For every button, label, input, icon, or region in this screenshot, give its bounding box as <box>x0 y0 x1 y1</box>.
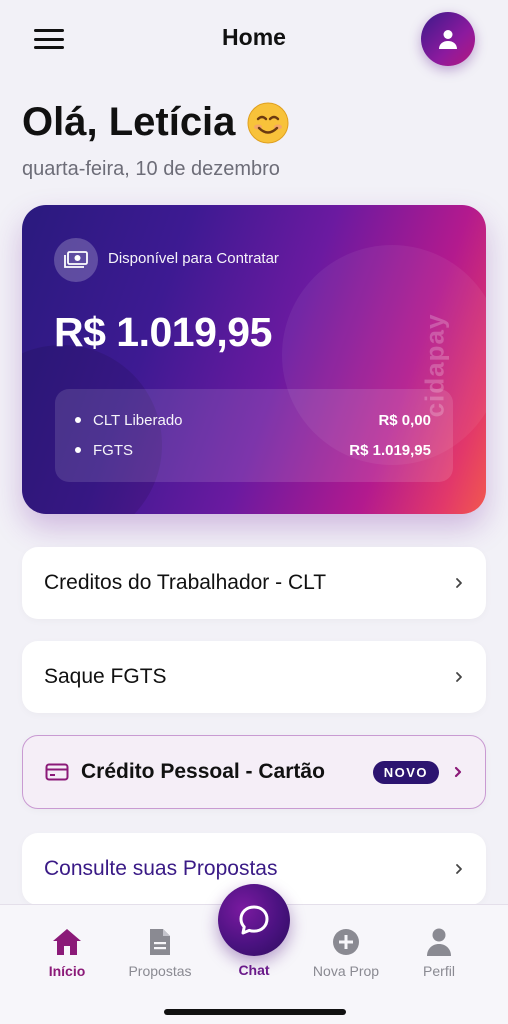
current-date: quarta-feira, 10 de dezembro <box>22 158 280 180</box>
nav-item-perfil[interactable]: Perfil <box>394 925 484 979</box>
breakdown-label: CLT Liberado <box>93 411 183 429</box>
menu-item-label: Crédito Pessoal - Cartão <box>81 760 325 783</box>
menu-item-label: Consulte suas Propostas <box>44 857 278 880</box>
top-bar: Home <box>0 0 508 80</box>
smiling-emoji-icon <box>247 102 289 143</box>
breakdown-row: CLT Liberado R$ 0,00 <box>75 409 431 431</box>
chevron-right-icon <box>456 864 462 874</box>
chevron-right-icon <box>456 578 462 588</box>
chat-bubble-icon <box>239 905 269 935</box>
menu-item-credito-pessoal[interactable]: Crédito Pessoal - Cartão NOVO <box>22 735 486 809</box>
available-label: Disponível para Contratar <box>108 250 279 267</box>
user-icon <box>439 30 457 49</box>
menu-item-fgts[interactable]: Saque FGTS <box>22 641 486 713</box>
home-icon <box>53 929 81 955</box>
menu-item-label: Saque FGTS <box>44 665 167 688</box>
bullet-icon <box>75 447 81 453</box>
greeting: Olá, Letícia <box>22 100 289 145</box>
profile-avatar-button[interactable] <box>421 12 475 66</box>
breakdown-label: FGTS <box>93 441 133 459</box>
nav-item-propostas[interactable]: Propostas <box>115 925 205 979</box>
bullet-icon <box>75 417 81 423</box>
chat-button[interactable] <box>218 884 290 956</box>
greeting-text: Olá, Letícia <box>22 100 236 144</box>
nav-label: Nova Prop <box>312 963 380 979</box>
nav-label: Perfil <box>423 963 455 979</box>
breakdown-value: R$ 1.019,95 <box>349 441 431 459</box>
new-badge: NOVO <box>372 760 439 784</box>
balance-breakdown: CLT Liberado R$ 0,00 FGTS R$ 1.019,95 <box>55 389 453 482</box>
breakdown-row: FGTS R$ 1.019,95 <box>75 439 431 461</box>
money-icon <box>54 238 98 282</box>
chevron-right-icon <box>456 672 462 682</box>
plus-circle-icon <box>333 929 359 955</box>
chat-label[interactable]: Chat <box>218 962 290 978</box>
nav-label: Propostas <box>128 963 192 979</box>
available-amount: R$ 1.019,95 <box>54 309 272 355</box>
nav-item-nova-prop[interactable]: Nova Prop <box>301 925 391 979</box>
nav-label: Início <box>48 963 86 979</box>
document-icon <box>150 929 170 955</box>
credit-card-icon <box>45 763 69 781</box>
menu-item-label: Creditos do Trabalhador - CLT <box>44 571 327 594</box>
chevron-right-icon <box>454 766 462 778</box>
person-icon <box>427 928 451 956</box>
breakdown-value: R$ 0,00 <box>378 411 431 429</box>
nav-item-inicio[interactable]: Início <box>22 925 112 979</box>
home-indicator <box>164 1009 346 1015</box>
menu-item-clt[interactable]: Creditos do Trabalhador - CLT <box>22 547 486 619</box>
balance-card[interactable]: Disponível para Contratar R$ 1.019,95 ci… <box>22 205 486 514</box>
